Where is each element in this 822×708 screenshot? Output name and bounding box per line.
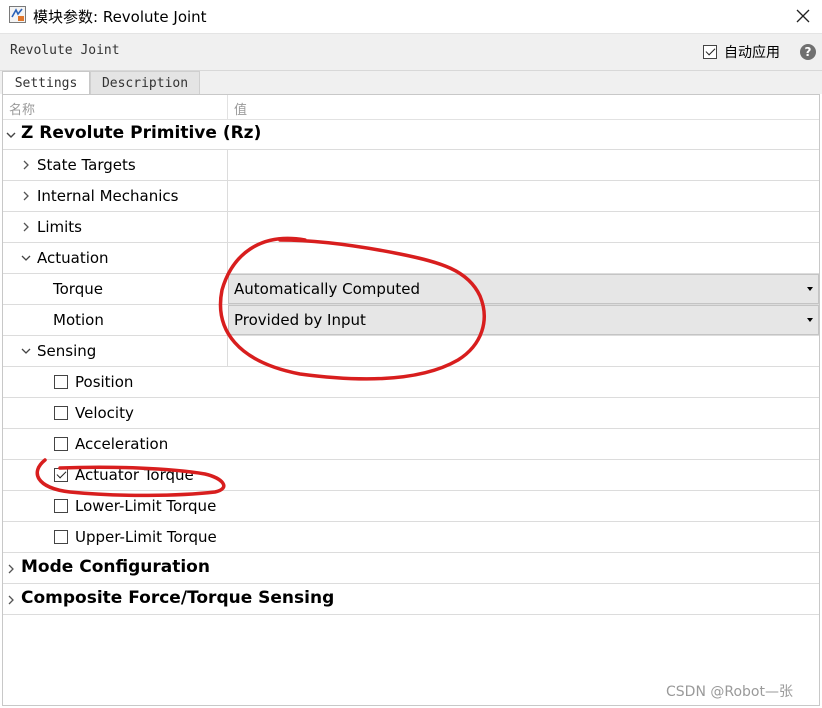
sensing-label-lower-limit-torque: Lower-Limit Torque: [75, 497, 217, 515]
column-value-header: 值: [234, 103, 248, 118]
motion-dropdown[interactable]: Provided by Input: [228, 305, 819, 335]
simulink-block-icon: [9, 6, 26, 23]
sensing-row-upper-limit-torque: Upper-Limit Torque: [3, 522, 819, 553]
chevron-right-icon[interactable]: [20, 221, 32, 233]
tree-label-sensing: Sensing: [37, 342, 97, 360]
chevron-right-icon[interactable]: [5, 594, 17, 606]
position-checkbox[interactable]: [54, 375, 68, 389]
close-button[interactable]: [788, 2, 818, 30]
upper-limit-torque-checkbox[interactable]: [54, 530, 68, 544]
chevron-right-icon[interactable]: [20, 159, 32, 171]
tree-row-actuation[interactable]: Actuation: [3, 243, 819, 274]
window-title: 模块参数: Revolute Joint: [33, 8, 207, 26]
chevron-down-icon[interactable]: [20, 252, 32, 264]
column-name-header: 名称: [9, 103, 36, 118]
column-header: 名称 值: [3, 95, 819, 120]
close-icon: [796, 9, 810, 23]
group-label-composite-sensing: Composite Force/Torque Sensing: [21, 588, 335, 608]
group-row-composite-sensing[interactable]: Composite Force/Torque Sensing: [3, 584, 819, 615]
actuator-torque-checkbox[interactable]: [54, 468, 68, 482]
tree-label-limits: Limits: [37, 218, 82, 236]
tree-row-limits[interactable]: Limits: [3, 212, 819, 243]
sensing-row-acceleration: Acceleration: [3, 429, 819, 460]
chevron-down-icon[interactable]: [20, 345, 32, 357]
tree-label-internal-mechanics: Internal Mechanics: [37, 187, 179, 205]
tree-row-internal-mechanics[interactable]: Internal Mechanics: [3, 181, 819, 212]
row-divider: [227, 181, 228, 211]
auto-apply-toggle[interactable]: 自动应用: [703, 42, 780, 62]
group-row-mode-configuration[interactable]: Mode Configuration: [3, 553, 819, 584]
title-bar: 模块参数: Revolute Joint: [0, 0, 822, 34]
sensing-row-lower-limit-torque: Lower-Limit Torque: [3, 491, 819, 522]
param-row-motion: Motion Provided by Input: [3, 305, 819, 336]
sensing-label-actuator-torque: Actuator Torque: [75, 466, 194, 484]
group-row-primitive[interactable]: Z Revolute Primitive (Rz): [3, 119, 819, 150]
row-divider: [227, 212, 228, 242]
acceleration-checkbox[interactable]: [54, 437, 68, 451]
chevron-right-icon[interactable]: [20, 190, 32, 202]
row-divider: [227, 243, 228, 273]
sensing-row-actuator-torque: Actuator Torque: [3, 460, 819, 491]
sensing-row-position: Position: [3, 367, 819, 398]
block-name: Revolute Joint: [10, 43, 120, 58]
group-label-primitive: Z Revolute Primitive (Rz): [21, 123, 262, 143]
lower-limit-torque-checkbox[interactable]: [54, 499, 68, 513]
chevron-right-icon[interactable]: [5, 563, 17, 575]
sensing-label-velocity: Velocity: [75, 404, 134, 422]
tree-label-actuation: Actuation: [37, 249, 109, 267]
tree-row-state-targets[interactable]: State Targets: [3, 150, 819, 181]
sensing-label-position: Position: [75, 373, 134, 391]
row-divider: [227, 336, 228, 366]
sensing-label-acceleration: Acceleration: [75, 435, 169, 453]
motion-dropdown-value: Provided by Input: [234, 311, 366, 329]
velocity-checkbox[interactable]: [54, 406, 68, 420]
group-label-mode-configuration: Mode Configuration: [21, 557, 210, 577]
tree-label-state-targets: State Targets: [37, 156, 136, 174]
tab-settings[interactable]: Settings: [2, 71, 90, 94]
help-icon[interactable]: ?: [800, 44, 816, 60]
torque-dropdown-value: Automatically Computed: [234, 280, 421, 298]
sensing-label-upper-limit-torque: Upper-Limit Torque: [75, 528, 217, 546]
row-divider: [227, 150, 228, 180]
sensing-row-velocity: Velocity: [3, 398, 819, 429]
watermark: CSDN @Robot—张: [666, 684, 793, 700]
auto-apply-checkbox[interactable]: [703, 45, 717, 59]
block-header: Revolute Joint 自动应用 ?: [0, 34, 822, 71]
property-panel: 名称 值 Z Revolute Primitive (Rz) State Tar…: [2, 94, 820, 706]
tree-row-sensing[interactable]: Sensing: [3, 336, 819, 367]
dropdown-caret-icon: [807, 318, 813, 322]
param-label-torque: Torque: [53, 280, 103, 298]
torque-dropdown[interactable]: Automatically Computed: [228, 274, 819, 304]
param-row-torque: Torque Automatically Computed: [3, 274, 819, 305]
column-divider[interactable]: [227, 95, 228, 119]
param-label-motion: Motion: [53, 311, 104, 329]
chevron-down-icon[interactable]: [5, 129, 17, 141]
auto-apply-label: 自动应用: [724, 45, 780, 61]
tab-strip: Settings Description: [0, 71, 822, 94]
tab-description[interactable]: Description: [90, 71, 200, 94]
dropdown-caret-icon: [807, 287, 813, 291]
